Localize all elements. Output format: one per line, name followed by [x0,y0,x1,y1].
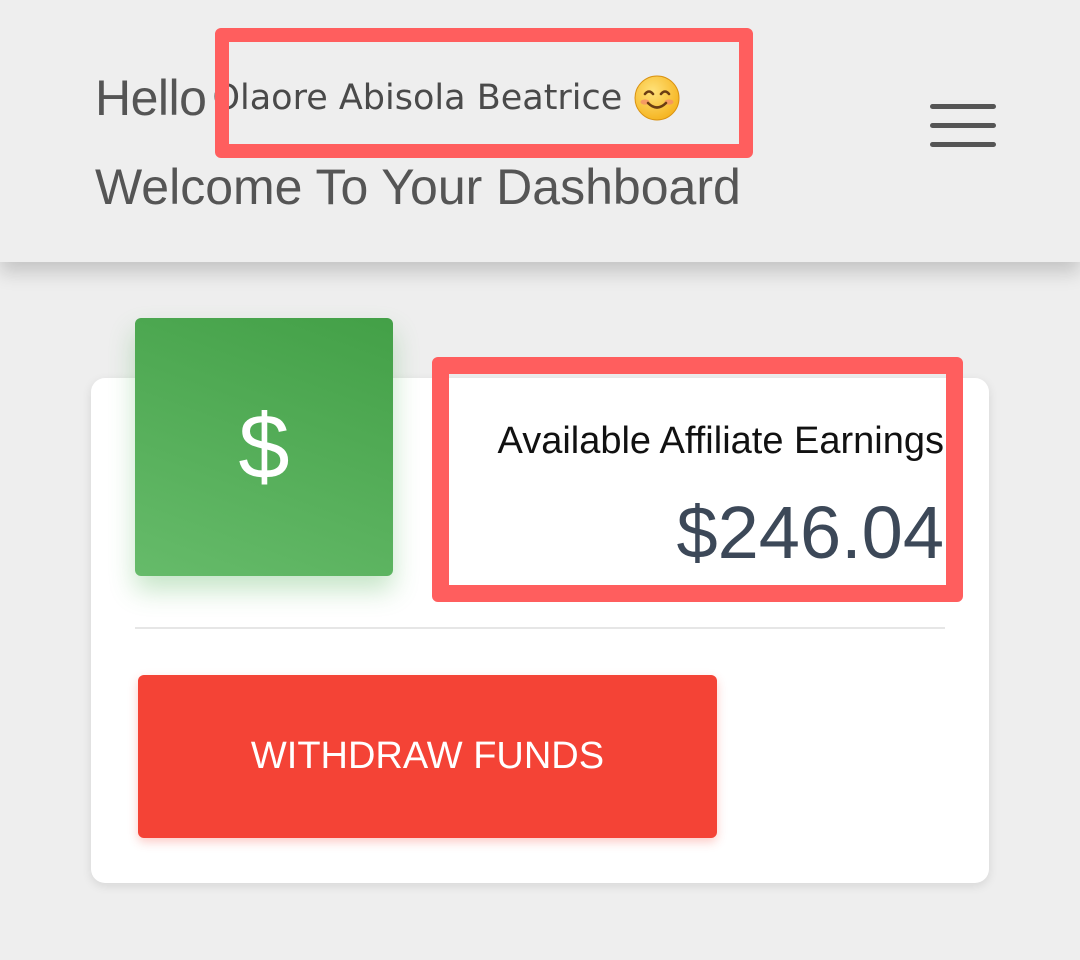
greeting-text: Hello [95,70,207,126]
dollar-icon-tile: $ [135,318,393,576]
smiling-face-emoji-icon [634,75,680,121]
menu-bar-middle [930,123,996,128]
menu-bar-top [930,104,996,109]
greeting-line: Hello Olaore Abisola Beatrice [95,62,680,134]
dollar-icon: $ [238,396,290,498]
earnings-label: Available Affiliate Earnings [497,420,944,462]
dashboard-welcome-title: Welcome To Your Dashboard [95,159,741,215]
card-divider [135,627,945,629]
dashboard-header: Hello Olaore Abisola Beatrice Welcome To… [0,0,1080,262]
earnings-amount: $246.04 [676,491,945,574]
withdraw-funds-button[interactable]: WITHDRAW FUNDS [138,675,717,838]
hamburger-menu-icon[interactable] [928,104,996,150]
user-name: Olaore Abisola Beatrice [212,78,623,118]
menu-bar-bottom [930,142,996,147]
